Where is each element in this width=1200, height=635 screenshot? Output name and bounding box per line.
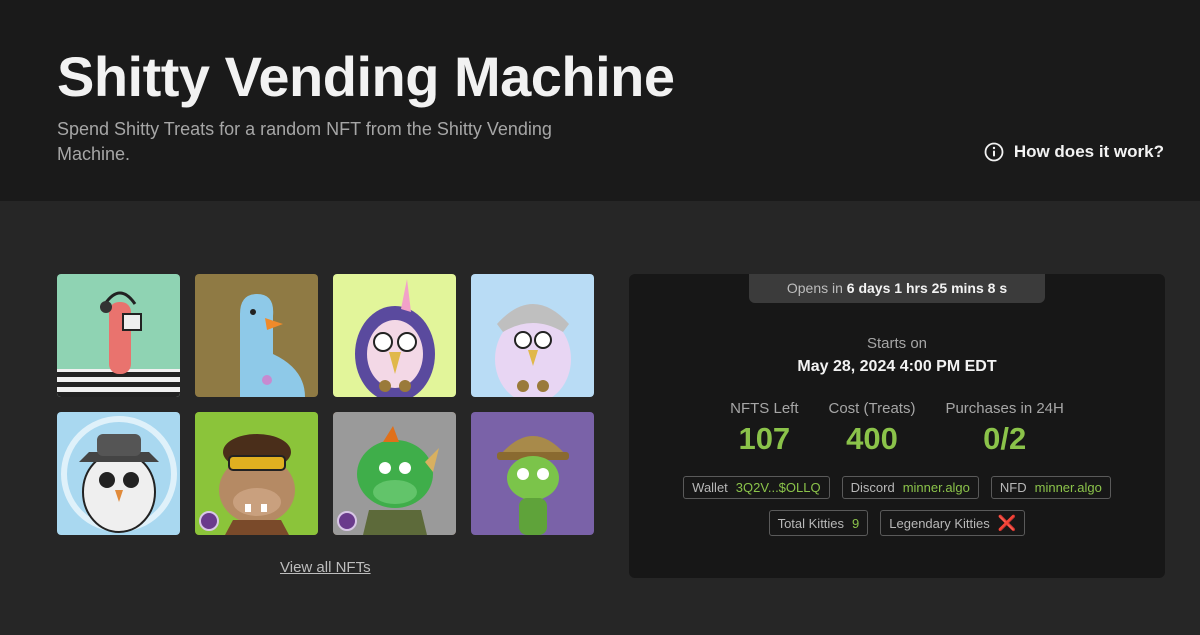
stats-row: NFTS Left 107 Cost (Treats) 400 Purchase… xyxy=(629,400,1165,457)
countdown-prefix: Opens in xyxy=(786,280,843,296)
legendary-kitties-chip: Legendary Kitties ❌ xyxy=(880,510,1026,536)
chip-label: NFD xyxy=(999,480,1027,495)
nft-gallery xyxy=(57,274,594,535)
cross-icon: ❌ xyxy=(997,515,1017,532)
stat-label: Cost (Treats) xyxy=(828,400,916,417)
chip-value: minner.algo xyxy=(1034,480,1102,495)
nft-image xyxy=(57,274,180,397)
countdown-banner: Opens in 6 days 1 hrs 25 mins 8 s xyxy=(749,274,1045,303)
nft-thumbnail[interactable] xyxy=(195,412,318,535)
collection-badge-icon xyxy=(199,511,219,531)
chip-value: minner.algo xyxy=(902,480,970,495)
stat-value: 107 xyxy=(738,421,791,456)
starts-label: Starts on xyxy=(866,335,928,352)
nft-image xyxy=(333,274,456,397)
info-chips-row: Wallet 3Q2V...$OLLQ Discord minner.algo … xyxy=(629,476,1165,499)
nft-thumbnail[interactable] xyxy=(195,274,318,397)
nft-thumbnail[interactable] xyxy=(333,412,456,535)
countdown-value: 6 days 1 hrs 25 mins 8 s xyxy=(846,280,1008,296)
how-it-works-button[interactable]: How does it work? xyxy=(984,142,1164,162)
chip-value: 3Q2V...$OLLQ xyxy=(735,480,821,495)
hero-header: Shitty Vending Machine Spend Shitty Trea… xyxy=(0,0,1200,201)
chip-value: 9 xyxy=(852,515,860,531)
nfd-chip[interactable]: NFD minner.algo xyxy=(990,476,1111,499)
page-subtitle: Spend Shitty Treats for a random NFT fro… xyxy=(57,119,552,164)
nft-thumbnail[interactable] xyxy=(471,274,594,397)
nft-thumbnail[interactable] xyxy=(57,412,180,535)
vending-panel: Opens in 6 days 1 hrs 25 mins 8 s Starts… xyxy=(629,274,1165,578)
stat-label: Purchases in 24H xyxy=(945,400,1064,417)
stat-cost: Cost (Treats) 400 xyxy=(829,400,916,457)
wallet-chip[interactable]: Wallet 3Q2V...$OLLQ xyxy=(683,476,830,499)
nft-thumbnail[interactable] xyxy=(57,274,180,397)
stat-nfts-left: NFTS Left 107 xyxy=(730,400,798,457)
chip-label: Wallet xyxy=(692,480,728,495)
info-icon xyxy=(984,142,1004,162)
nft-thumbnail[interactable] xyxy=(333,274,456,397)
nft-thumbnail[interactable] xyxy=(471,412,594,535)
collection-badge-icon xyxy=(337,511,357,531)
nft-image xyxy=(471,412,594,535)
chip-label: Legendary Kitties xyxy=(889,515,990,531)
chip-label: Total Kitties xyxy=(777,515,845,531)
nft-image xyxy=(471,274,594,397)
view-all-nfts-link[interactable]: View all NFTs xyxy=(280,559,371,576)
stat-purchases: Purchases in 24H 0/2 xyxy=(945,400,1063,457)
page-title: Shitty Vending Machine xyxy=(57,45,675,108)
stat-value: 400 xyxy=(846,421,898,456)
info-chips-row: Total Kitties 9 Legendary Kitties ❌ xyxy=(629,510,1165,536)
stat-value: 0/2 xyxy=(983,421,1027,456)
how-it-works-label: How does it work? xyxy=(1013,142,1164,161)
nft-image xyxy=(195,274,318,397)
total-kitties-chip: Total Kitties 9 xyxy=(768,510,869,536)
stat-label: NFTS Left xyxy=(730,400,799,417)
discord-chip[interactable]: Discord minner.algo xyxy=(841,476,979,499)
chip-label: Discord xyxy=(850,480,895,495)
starts-date: May 28, 2024 4:00 PM EDT xyxy=(797,358,997,375)
nft-image xyxy=(57,412,180,535)
